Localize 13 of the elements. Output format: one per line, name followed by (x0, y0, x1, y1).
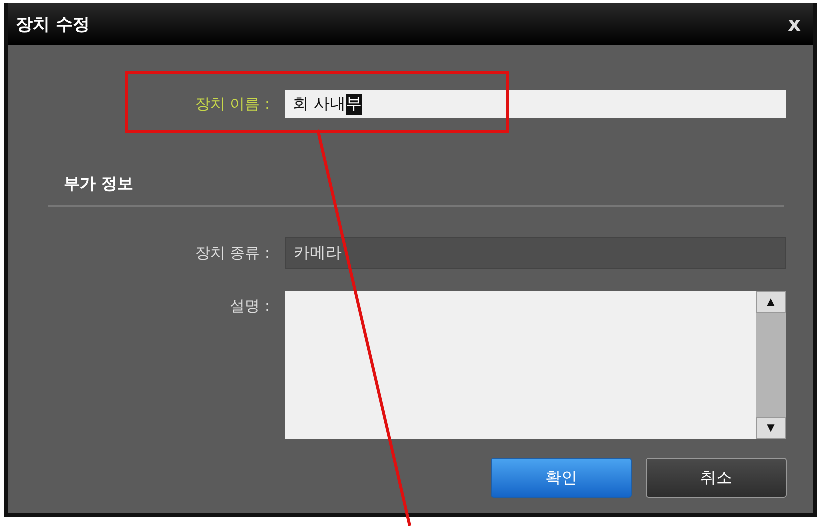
scroll-down-button[interactable]: ▼ (756, 417, 786, 439)
close-button[interactable]: x (784, 12, 805, 36)
text-area[interactable]: ▲ ▼ (285, 291, 786, 439)
cancel-button[interactable]: 취소 (646, 458, 787, 498)
scrollbar[interactable]: ▲ ▼ (756, 291, 786, 439)
window-title: 장치 수정 (16, 14, 90, 36)
input-field[interactable]: 회 사내부 (285, 90, 786, 118)
field-label: 장치 종류 : (195, 244, 270, 262)
confirm-button[interactable]: 확인 (491, 458, 632, 498)
field-label: 설명 : (230, 297, 270, 316)
field-label: 장치 이름 : (195, 94, 270, 114)
scroll-up-button[interactable]: ▲ (756, 291, 786, 313)
section-title: 부가 정보 (48, 174, 784, 207)
